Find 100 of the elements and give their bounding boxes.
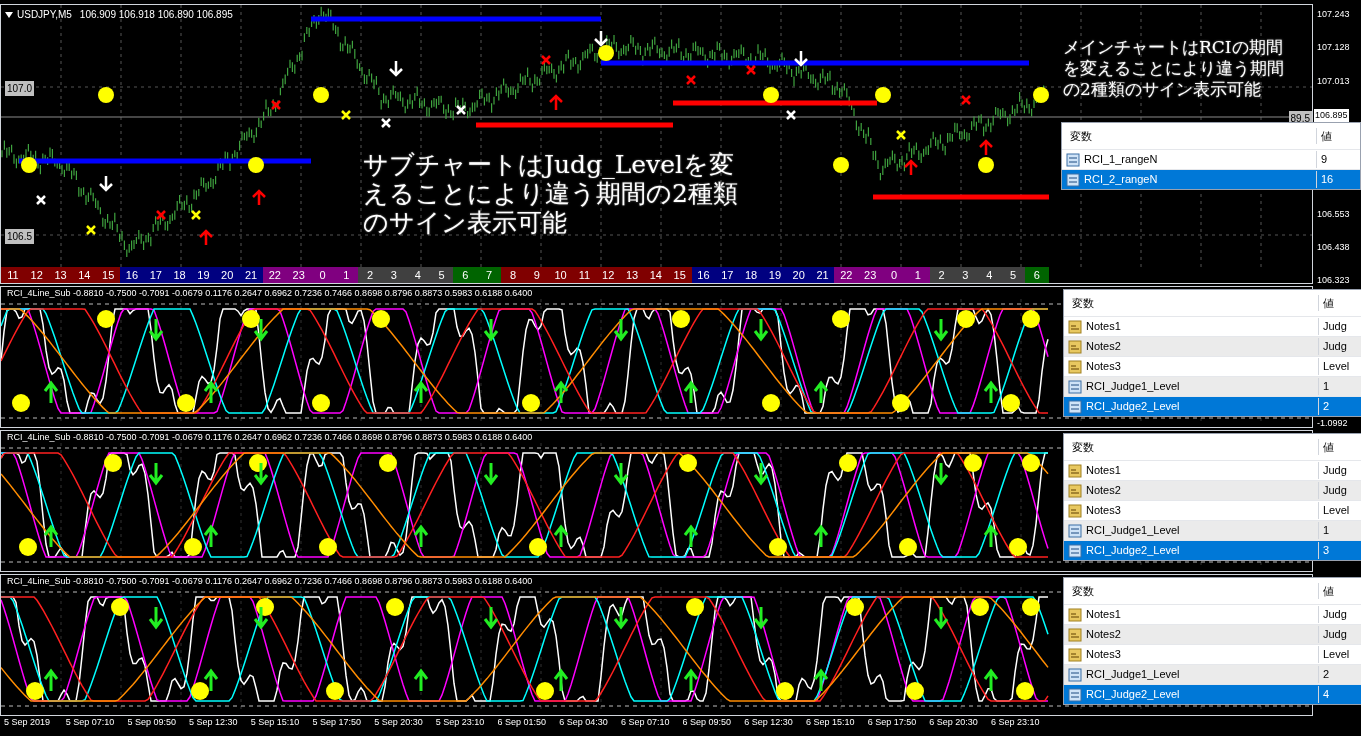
variable-row[interactable]: Notes1 Judg xyxy=(1064,316,1361,337)
variable-row[interactable]: RCI_Judge1_Level 1 xyxy=(1064,376,1361,397)
up-arrow-icon xyxy=(683,380,699,405)
cross-mark xyxy=(340,109,352,121)
signal-circle xyxy=(522,394,540,413)
cross-mark xyxy=(785,109,797,121)
variable-value: Judg xyxy=(1318,318,1361,335)
text-type-icon xyxy=(1068,339,1082,354)
down-arrow-icon xyxy=(933,461,949,486)
up-arrow-icon xyxy=(203,380,219,405)
signal-circle xyxy=(313,87,329,103)
variable-name: RCI_Judge2_Level xyxy=(1086,399,1180,415)
up-arrow-icon xyxy=(683,668,699,693)
number-type-icon xyxy=(1068,687,1082,702)
time-axis-label: 6 Sep 15:10 xyxy=(804,716,856,730)
signal-circle xyxy=(319,538,337,557)
variable-row[interactable]: Notes1 Judg xyxy=(1064,604,1361,625)
up-arrow-icon xyxy=(983,380,999,405)
variable-value: Level xyxy=(1318,358,1361,375)
variable-value: Judg xyxy=(1318,606,1361,623)
up-arrow-icon xyxy=(43,668,59,693)
hour-label: 5 xyxy=(1001,267,1025,283)
hour-label: 10 xyxy=(548,267,573,283)
variable-row[interactable]: RCI_Judge2_Level 2 xyxy=(1064,396,1361,417)
signal-circle xyxy=(184,538,202,557)
variable-row[interactable]: Notes3 Level xyxy=(1064,356,1361,377)
up-arrow-icon xyxy=(553,668,569,693)
hour-label: 1 xyxy=(905,267,930,283)
hour-label: 21 xyxy=(239,267,263,283)
time-axis-label: 6 Sep 12:30 xyxy=(743,716,794,730)
variable-row[interactable]: Notes2 Judg xyxy=(1064,480,1361,501)
up-arrow-icon xyxy=(413,668,429,693)
hour-label: 16 xyxy=(120,267,144,283)
signal-circle xyxy=(26,682,44,701)
cross-mark xyxy=(960,94,972,106)
down-arrow-icon xyxy=(933,605,949,630)
up-arrow-icon xyxy=(813,668,829,693)
signal-circle xyxy=(906,682,924,701)
hour-label: 13 xyxy=(48,267,73,283)
signal-circle xyxy=(191,682,209,701)
hour-label: 13 xyxy=(620,267,644,283)
variable-value: 2 xyxy=(1318,666,1361,683)
variable-row[interactable]: Notes2 Judg xyxy=(1064,624,1361,645)
hour-label: 4 xyxy=(405,267,430,283)
signal-circle xyxy=(326,682,344,701)
time-axis-label: 5 Sep 15:10 xyxy=(249,716,301,730)
hour-label: 6 xyxy=(1024,267,1049,283)
hour-label: 18 xyxy=(739,267,763,283)
signal-circle xyxy=(12,394,30,413)
variable-name: RCI_1_rangeN xyxy=(1084,152,1158,168)
variable-row[interactable]: RCI_Judge1_Level 1 xyxy=(1064,520,1361,541)
down-arrow-icon xyxy=(148,605,164,630)
variable-name: RCI_Judge2_Level xyxy=(1086,687,1180,703)
current-price-label: 106.895 xyxy=(1314,108,1349,123)
text-type-icon xyxy=(1068,647,1082,662)
price-axis-label: 107.013 xyxy=(1317,74,1350,88)
down-arrow-icon xyxy=(593,29,609,47)
signal-circle xyxy=(256,598,274,617)
signal-circle xyxy=(104,454,122,473)
signal-circle xyxy=(312,394,330,413)
annotation-text: メインチャートはRCIの期間 を変えることにより違う期間 の2種類のサイン表示可能 xyxy=(1063,37,1284,100)
variable-row[interactable]: Notes3 Level xyxy=(1064,500,1361,521)
up-arrow-icon xyxy=(203,524,219,549)
variable-name: RCI_2_rangeN xyxy=(1084,172,1158,188)
variable-row[interactable]: RCI_1_rangeN 9 xyxy=(1062,149,1360,169)
column-header: 変数 xyxy=(1071,295,1095,311)
variable-row[interactable]: Notes1 Judg xyxy=(1064,460,1361,481)
down-arrow-icon xyxy=(933,317,949,342)
column-header: 値 xyxy=(1316,127,1360,145)
hour-label: 5 xyxy=(429,267,454,283)
down-arrow-icon xyxy=(753,605,769,630)
signal-circle xyxy=(686,598,704,617)
time-axis-label: 5 Sep 23:10 xyxy=(434,716,486,730)
up-arrow-icon xyxy=(553,524,569,549)
hour-label: 2 xyxy=(929,267,954,283)
dropdown-triangle-icon[interactable] xyxy=(5,11,13,18)
variable-row[interactable]: RCI_2_rangeN 16 xyxy=(1062,169,1360,189)
signal-circle xyxy=(97,310,115,329)
number-type-icon xyxy=(1068,667,1082,682)
up-arrow-icon xyxy=(983,668,999,693)
text-type-icon xyxy=(1068,627,1082,642)
signal-circle xyxy=(598,45,614,61)
up-arrow-icon xyxy=(43,380,59,405)
column-header: 値 xyxy=(1318,294,1361,312)
signal-circle xyxy=(249,454,267,473)
variable-row[interactable]: RCI_Judge2_Level 4 xyxy=(1064,684,1361,705)
variable-row[interactable]: RCI_Judge1_Level 2 xyxy=(1064,664,1361,685)
variable-row[interactable]: Notes2 Judg xyxy=(1064,336,1361,357)
time-axis-label: 5 Sep 12:30 xyxy=(188,716,239,730)
cross-mark xyxy=(540,54,552,66)
variable-row[interactable]: RCI_Judge2_Level 3 xyxy=(1064,540,1361,561)
signal-circle xyxy=(379,454,397,473)
cross-mark xyxy=(895,129,907,141)
down-arrow-icon xyxy=(483,317,499,342)
signal-circle xyxy=(839,454,857,473)
variable-row[interactable]: Notes3 Level xyxy=(1064,644,1361,665)
variable-name: RCI_Judge1_Level xyxy=(1086,379,1180,395)
number-type-icon xyxy=(1068,399,1082,414)
up-arrow-icon xyxy=(978,139,994,157)
price-axis-label: 107.128 xyxy=(1317,41,1350,55)
